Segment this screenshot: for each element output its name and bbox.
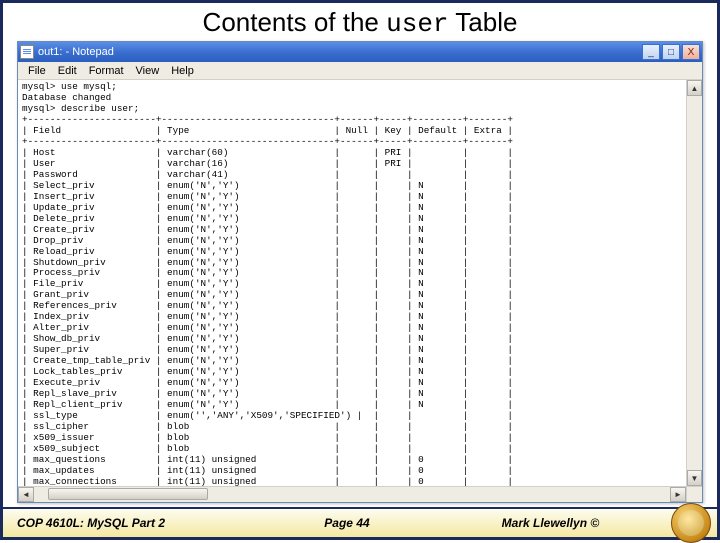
notepad-container: out1: - Notepad _ □ X File Edit Format V… — [3, 41, 717, 507]
minimize-icon: _ — [648, 47, 654, 58]
footer-course: COP 4610L: MySQL Part 2 — [3, 516, 232, 530]
scroll-up-button[interactable]: ▲ — [687, 80, 702, 96]
slide-title: Contents of the user Table — [3, 3, 717, 41]
text-area-wrap: mysql> use mysql; Database changed mysql… — [18, 80, 702, 502]
notepad-icon — [20, 45, 34, 59]
horizontal-scrollbar[interactable]: ◄ ► — [18, 486, 686, 502]
size-grip[interactable] — [686, 486, 702, 502]
maximize-button[interactable]: □ — [662, 44, 680, 60]
title-mono: user — [386, 9, 448, 39]
menu-edit[interactable]: Edit — [52, 65, 83, 77]
slide-footer: COP 4610L: MySQL Part 2 Page 44 Mark Lle… — [3, 507, 717, 537]
maximize-icon: □ — [668, 47, 674, 58]
close-icon: X — [688, 47, 695, 58]
scroll-left-button[interactable]: ◄ — [18, 487, 34, 502]
window-title: out1: - Notepad — [38, 46, 640, 58]
menu-view[interactable]: View — [130, 65, 166, 77]
menu-file[interactable]: File — [22, 65, 52, 77]
hscroll-track[interactable] — [34, 487, 670, 502]
text-area[interactable]: mysql> use mysql; Database changed mysql… — [18, 80, 686, 486]
scroll-down-button[interactable]: ▼ — [687, 470, 702, 486]
hscroll-thumb[interactable] — [48, 488, 208, 500]
ucf-logo — [671, 503, 711, 543]
title-suffix: Table — [449, 7, 518, 37]
titlebar[interactable]: out1: - Notepad _ □ X — [18, 42, 702, 62]
close-button[interactable]: X — [682, 44, 700, 60]
notepad-window: out1: - Notepad _ □ X File Edit Format V… — [17, 41, 703, 503]
vscroll-track[interactable] — [687, 96, 702, 470]
menu-format[interactable]: Format — [83, 65, 130, 77]
footer-page: Page 44 — [232, 516, 461, 530]
title-prefix: Contents of the — [203, 7, 387, 37]
minimize-button[interactable]: _ — [642, 44, 660, 60]
menubar: File Edit Format View Help — [18, 62, 702, 80]
menu-help[interactable]: Help — [165, 65, 200, 77]
scroll-right-button[interactable]: ► — [670, 487, 686, 502]
vertical-scrollbar[interactable]: ▲ ▼ — [686, 80, 702, 486]
slide: Contents of the user Table out1: - Notep… — [0, 0, 720, 540]
